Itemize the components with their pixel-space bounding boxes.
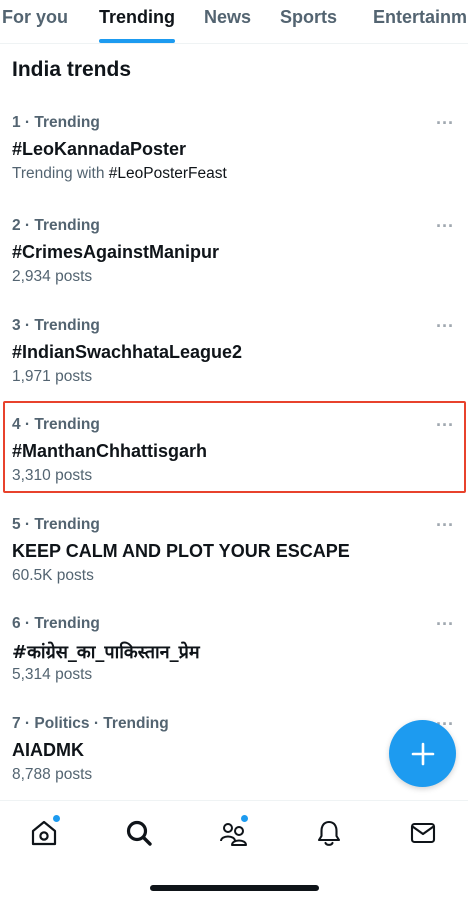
more-options-icon[interactable]: ··· — [436, 515, 454, 536]
nav-communities-button[interactable] — [216, 815, 252, 851]
trend-subtitle-prefix: Trending with — [12, 165, 109, 182]
related-hashtag[interactable]: #LeoPosterFeast — [109, 165, 227, 182]
highlight-box — [3, 401, 466, 493]
trend-post-count: 8,788 posts — [12, 766, 93, 783]
more-options-icon[interactable]: ··· — [436, 614, 454, 635]
trend-subtitle: Trending with #LeoPosterFeast — [12, 165, 227, 183]
messages-envelope-icon — [410, 822, 436, 844]
communities-badge-dot — [241, 815, 248, 822]
nav-home-button[interactable] — [26, 815, 62, 851]
trend-name: #CrimesAgainstManipur — [12, 242, 220, 262]
trend-post-count: 5,314 posts — [12, 666, 93, 683]
trend-meta: 5 · Trending — [12, 516, 100, 533]
tab-for-you[interactable]: For you — [2, 7, 68, 28]
home-icon — [31, 820, 57, 846]
tab-trending[interactable]: Trending — [99, 7, 175, 28]
trend-item[interactable]: 3 · Trending ··· #IndianSwachhataLeague2… — [0, 316, 468, 413]
trend-name: KEEP CALM AND PLOT YOUR ESCAPE — [12, 541, 350, 561]
notifications-bell-icon — [317, 820, 341, 846]
tab-entertainment[interactable]: Entertainm — [373, 7, 467, 28]
trend-item[interactable]: 1 · Trending ··· #LeoKannadaPoster Trend… — [0, 113, 468, 210]
trend-post-count: 1,971 posts — [12, 368, 93, 385]
compose-button[interactable] — [389, 720, 456, 787]
nav-messages-button[interactable] — [405, 815, 441, 851]
top-tab-bar: For you Trending News Sports Entertainm — [0, 0, 468, 44]
home-indicator-bar[interactable] — [150, 885, 319, 891]
tab-sports[interactable]: Sports — [280, 7, 337, 28]
trend-item[interactable]: 6 · Trending ··· #कांग्रेस_का_पाकिस्तान_… — [0, 614, 468, 711]
trend-post-count: 2,934 posts — [12, 268, 93, 285]
more-options-icon[interactable]: ··· — [436, 216, 454, 237]
trend-item[interactable]: 2 · Trending ··· #CrimesAgainstManipur 2… — [0, 216, 468, 313]
trend-meta: 2 · Trending — [12, 217, 100, 234]
tab-news[interactable]: News — [204, 7, 251, 28]
active-tab-indicator — [99, 39, 175, 43]
plus-icon — [411, 742, 434, 765]
more-options-icon[interactable]: ··· — [436, 316, 454, 337]
trend-meta: 7 · Politics · Trending — [12, 715, 169, 732]
trend-name: AIADMK — [12, 740, 84, 760]
home-badge-dot — [53, 815, 60, 822]
section-title: India trends — [12, 58, 132, 81]
trend-meta: 1 · Trending — [12, 114, 100, 131]
communities-icon — [220, 823, 247, 846]
more-options-icon[interactable]: ··· — [436, 113, 454, 134]
trend-name: #LeoKannadaPoster — [12, 139, 187, 159]
trend-name: #कांग्रेस_का_पाकिस्तान_प्रेम — [12, 642, 200, 663]
nav-search-button[interactable] — [121, 815, 157, 851]
nav-notifications-button[interactable] — [311, 815, 347, 851]
trend-meta: 6 · Trending — [12, 615, 100, 632]
search-icon — [126, 820, 152, 846]
trend-post-count: 60.5K posts — [12, 567, 94, 584]
trend-name: #IndianSwachhataLeague2 — [12, 342, 243, 362]
trend-item[interactable]: 5 · Trending ··· KEEP CALM AND PLOT YOUR… — [0, 515, 468, 612]
trend-meta: 3 · Trending — [12, 317, 100, 334]
